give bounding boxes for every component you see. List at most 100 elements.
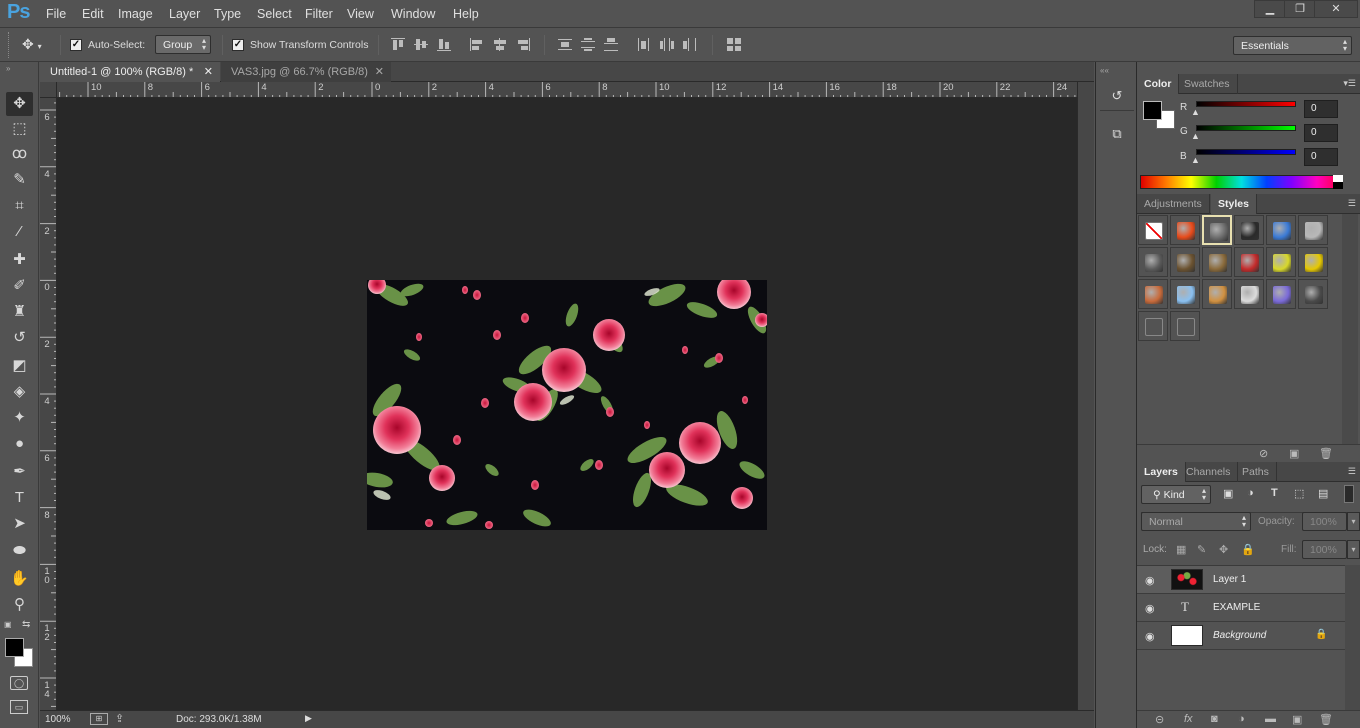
menu-select[interactable]: Select — [257, 7, 292, 21]
layer-row-layer-1[interactable]: ◉ Layer 1 — [1137, 566, 1345, 594]
tab-swatches[interactable]: Swatches — [1177, 74, 1238, 94]
tab-paths[interactable]: Paths — [1235, 462, 1277, 482]
visibility-eye-icon[interactable]: ◉ — [1145, 630, 1155, 643]
style-preset-swatch[interactable] — [1298, 279, 1328, 309]
menu-view[interactable]: View — [347, 7, 374, 21]
canvas-workspace[interactable] — [57, 98, 1077, 710]
menu-edit[interactable]: Edit — [82, 7, 104, 21]
vertical-scrollbar[interactable] — [1077, 82, 1094, 710]
menu-window[interactable]: Window — [391, 7, 435, 21]
fill-field[interactable]: 100% — [1302, 540, 1347, 559]
layer-filter-dropdown[interactable]: ⚲ Kind ▴ ▾ — [1141, 485, 1211, 504]
layer-name[interactable]: EXAMPLE — [1213, 602, 1260, 613]
tab-color[interactable]: Color — [1137, 74, 1180, 94]
ruler-corner[interactable] — [40, 82, 57, 98]
quick-select-tool-icon[interactable]: ✎ — [6, 168, 33, 192]
black-white-ramp[interactable] — [1333, 175, 1343, 189]
red-value-field[interactable]: 0 — [1304, 100, 1338, 118]
distribute-hcenter-icon[interactable] — [660, 38, 674, 51]
move-tool-preset-icon[interactable]: ✥ ▾ — [22, 36, 42, 53]
options-grip[interactable] — [8, 32, 10, 58]
style-preset-swatch[interactable] — [1138, 311, 1168, 341]
marquee-tool-icon[interactable]: ⬚ — [6, 117, 33, 141]
history-panel-icon[interactable]: ↺ — [1108, 88, 1126, 106]
link-layers-icon[interactable]: ⊝ — [1155, 713, 1164, 726]
dodge-tool-icon[interactable]: ● — [6, 432, 33, 456]
tab-vas3[interactable]: VAS3.jpg @ 66.7% (RGB/8) ✕ — [221, 62, 391, 82]
fill-chevron-icon[interactable]: ▾ — [1347, 540, 1360, 559]
layer-effects-icon[interactable]: fx — [1184, 713, 1193, 725]
slider-handle-icon[interactable]: ▲ — [1191, 107, 1200, 117]
share-icon[interactable]: ⇪ — [115, 712, 124, 725]
default-colors-icon[interactable]: ▣ — [4, 620, 14, 630]
panel-menu-icon[interactable]: ▾☰ — [1343, 78, 1356, 89]
color-spectrum-ramp[interactable] — [1140, 175, 1343, 189]
align-left-icon[interactable] — [470, 38, 484, 51]
filter-adjustment-icon[interactable]: ◑ — [1247, 487, 1254, 499]
layer-row-background[interactable]: ◉ Background 🔒 — [1137, 622, 1345, 650]
style-preset-swatch[interactable] — [1202, 247, 1232, 277]
new-style-icon[interactable]: ▣ — [1289, 447, 1299, 460]
slider-handle-icon[interactable]: ▲ — [1191, 131, 1200, 141]
blur-tool-icon[interactable]: ✦ — [6, 406, 33, 430]
distribute-left-icon[interactable] — [637, 38, 651, 51]
close-window-button[interactable]: ✕ — [1314, 0, 1358, 18]
menu-help[interactable]: Help — [453, 7, 479, 21]
filter-shape-icon[interactable]: ⬚ — [1294, 487, 1304, 500]
collapse-dock-icon[interactable]: «« — [1100, 66, 1109, 75]
zoom-tool-icon[interactable]: ⚲ — [6, 593, 33, 617]
lasso-tool-icon[interactable]: ꝏ — [6, 142, 33, 166]
tab-channels[interactable]: Channels — [1179, 462, 1239, 482]
path-select-tool-icon[interactable]: ➤ — [6, 512, 33, 536]
opacity-field[interactable]: 100% — [1302, 512, 1347, 531]
adjustment-layer-icon[interactable]: ◑ — [1238, 713, 1245, 725]
align-hcenter-icon[interactable] — [493, 38, 507, 51]
distribute-top-icon[interactable] — [558, 38, 572, 51]
clear-style-icon[interactable]: ⊘ — [1259, 447, 1268, 460]
menu-layer[interactable]: Layer — [169, 7, 200, 21]
style-preset-swatch[interactable] — [1234, 215, 1264, 245]
lock-all-icon[interactable]: 🔒 — [1241, 543, 1255, 556]
blue-slider[interactable] — [1196, 149, 1296, 155]
healing-brush-tool-icon[interactable]: ✚ — [6, 248, 33, 272]
align-right-icon[interactable] — [516, 38, 530, 51]
close-icon[interactable]: ✕ — [375, 65, 384, 78]
auto-select-dropdown[interactable]: Group ▴ ▾ — [155, 35, 211, 54]
properties-panel-icon[interactable]: ⧉ — [1108, 126, 1126, 144]
hand-tool-icon[interactable]: ✋ — [6, 567, 33, 591]
tab-styles[interactable]: Styles — [1211, 194, 1257, 214]
swap-colors-icon[interactable]: ⇆ — [22, 619, 30, 630]
vertical-ruler[interactable]: 6 4 2 0 2 4 6 8 1 0 1 2 1 4 — [40, 98, 57, 710]
style-preset-swatch[interactable] — [1298, 215, 1328, 245]
distribute-right-icon[interactable] — [683, 38, 697, 51]
quick-mask-icon[interactable]: ◯ — [10, 676, 28, 690]
zoom-level[interactable]: 100% — [45, 714, 71, 725]
style-preset-swatch[interactable] — [1266, 247, 1296, 277]
paint-bucket-tool-icon[interactable]: ◈ — [6, 380, 33, 404]
layer-row-example[interactable]: ◉ T EXAMPLE — [1137, 594, 1345, 622]
green-slider[interactable] — [1196, 125, 1296, 131]
collapse-toolbar-icon[interactable]: » — [6, 64, 10, 73]
eraser-tool-icon[interactable]: ◩ — [6, 354, 33, 378]
ellipse-tool-icon[interactable]: ⬬ — [6, 539, 33, 563]
crop-tool-icon[interactable]: ⌗ — [6, 194, 33, 218]
panel-menu-icon[interactable]: ☰ — [1348, 198, 1356, 209]
delete-style-icon[interactable]: 🗑 — [1319, 447, 1333, 460]
style-preset-swatch[interactable] — [1298, 247, 1328, 277]
auto-align-layers-icon[interactable] — [727, 38, 741, 51]
style-preset-swatch[interactable] — [1234, 247, 1264, 277]
blend-mode-dropdown[interactable]: Normal ▴ ▾ — [1141, 512, 1251, 531]
style-preset-swatch[interactable] — [1202, 215, 1232, 245]
new-group-icon[interactable]: ▬ — [1265, 713, 1276, 725]
layer-name[interactable]: Layer 1 — [1213, 574, 1246, 585]
status-menu-arrow-icon[interactable]: ▶ — [305, 713, 312, 724]
panel-menu-icon[interactable]: ☰ — [1348, 466, 1356, 477]
blue-value-field[interactable]: 0 — [1304, 148, 1338, 166]
layer-mask-icon[interactable]: ◙ — [1211, 713, 1218, 725]
visibility-eye-icon[interactable]: ◉ — [1145, 574, 1155, 587]
menu-file[interactable]: File — [46, 7, 66, 21]
pen-tool-icon[interactable]: ✒ — [6, 460, 33, 484]
auto-select-checkbox[interactable]: ✓ — [70, 39, 82, 51]
lock-pixels-icon[interactable]: ✎ — [1197, 543, 1206, 556]
minimize-button[interactable]: ▁ — [1254, 0, 1286, 18]
